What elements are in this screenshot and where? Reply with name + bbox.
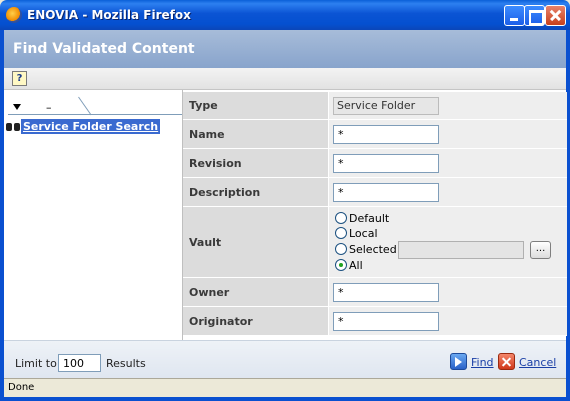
vault-default-label: Default (349, 212, 390, 225)
vault-all-radio[interactable] (335, 259, 347, 271)
window-frame-bottom (0, 397, 570, 401)
cancel-x-icon[interactable] (498, 353, 515, 370)
find-button[interactable]: Find (471, 356, 494, 369)
owner-row: Owner (183, 278, 567, 307)
help-button[interactable]: ? (12, 71, 27, 86)
owner-field-cell (329, 278, 567, 306)
type-label: Type (183, 92, 329, 119)
description-field-cell (329, 178, 567, 206)
vault-label: Vault (183, 207, 329, 277)
type-value: Service Folder (333, 97, 439, 115)
vault-default-radio[interactable] (335, 212, 347, 224)
selected-vault-field (398, 241, 524, 259)
window-title-bar[interactable]: ENOVIA - Mozilla Firefox (0, 0, 570, 30)
description-label: Description (183, 178, 329, 206)
browse-vault-button[interactable]: ... (530, 241, 551, 259)
type-field-cell: Service Folder (329, 92, 567, 119)
search-tab-label: – (46, 101, 52, 114)
vault-row: Vault Default Local Selected ... All (183, 207, 567, 278)
search-types-pane: – Service Folder Search (4, 90, 182, 340)
originator-field-cell (329, 307, 567, 335)
name-field-cell (329, 120, 567, 148)
limit-label: Limit to (15, 357, 57, 370)
vault-field-cell: Default Local Selected ... All (329, 207, 567, 277)
maximize-icon (525, 6, 544, 25)
description-row: Description (183, 178, 567, 207)
vault-selected-radio[interactable] (335, 243, 347, 255)
originator-row: Originator (183, 307, 567, 336)
find-arrow-icon[interactable] (450, 353, 467, 370)
results-label: Results (106, 357, 146, 370)
service-folder-search-link[interactable]: Service Folder Search (21, 119, 161, 134)
search-tab[interactable]: – (8, 95, 94, 116)
name-input[interactable] (333, 125, 439, 144)
vault-local-label: Local (349, 227, 378, 240)
owner-label: Owner (183, 278, 329, 306)
name-label: Name (183, 120, 329, 148)
binoculars-icon (6, 120, 20, 132)
status-text: Done (8, 382, 35, 393)
revision-label: Revision (183, 149, 329, 177)
maximize-button[interactable] (524, 5, 545, 26)
status-bar: Done (4, 378, 566, 397)
originator-input[interactable] (333, 312, 439, 331)
page-title: Find Validated Content (13, 41, 195, 57)
close-button[interactable] (545, 5, 566, 26)
search-tab-area: – (4, 90, 182, 116)
page-header: Find Validated Content (4, 30, 566, 68)
search-criteria-form: Type Service Folder Name Revision Descri… (182, 90, 567, 340)
action-bar: Limit to Results Find Cancel (4, 340, 566, 378)
originator-label: Originator (183, 307, 329, 335)
tab-edge (78, 96, 92, 116)
vault-all-label: All (349, 259, 363, 272)
cancel-button[interactable]: Cancel (519, 356, 556, 369)
vault-local-radio[interactable] (335, 227, 347, 239)
revision-field-cell (329, 149, 567, 177)
window-title: ENOVIA - Mozilla Firefox (27, 8, 191, 22)
tab-divider (94, 114, 182, 115)
toolbar: ? (4, 68, 566, 90)
vault-selected-label: Selected (349, 243, 397, 256)
revision-input[interactable] (333, 154, 439, 173)
name-row: Name (183, 120, 567, 149)
revision-row: Revision (183, 149, 567, 178)
minimize-icon (505, 6, 524, 25)
collapse-arrow-icon[interactable] (13, 104, 21, 110)
close-icon (546, 6, 565, 25)
minimize-button[interactable] (504, 5, 525, 26)
limit-input[interactable] (58, 354, 101, 372)
firefox-icon (6, 7, 22, 23)
type-row: Type Service Folder (183, 92, 567, 120)
description-input[interactable] (333, 183, 439, 202)
owner-input[interactable] (333, 283, 439, 302)
